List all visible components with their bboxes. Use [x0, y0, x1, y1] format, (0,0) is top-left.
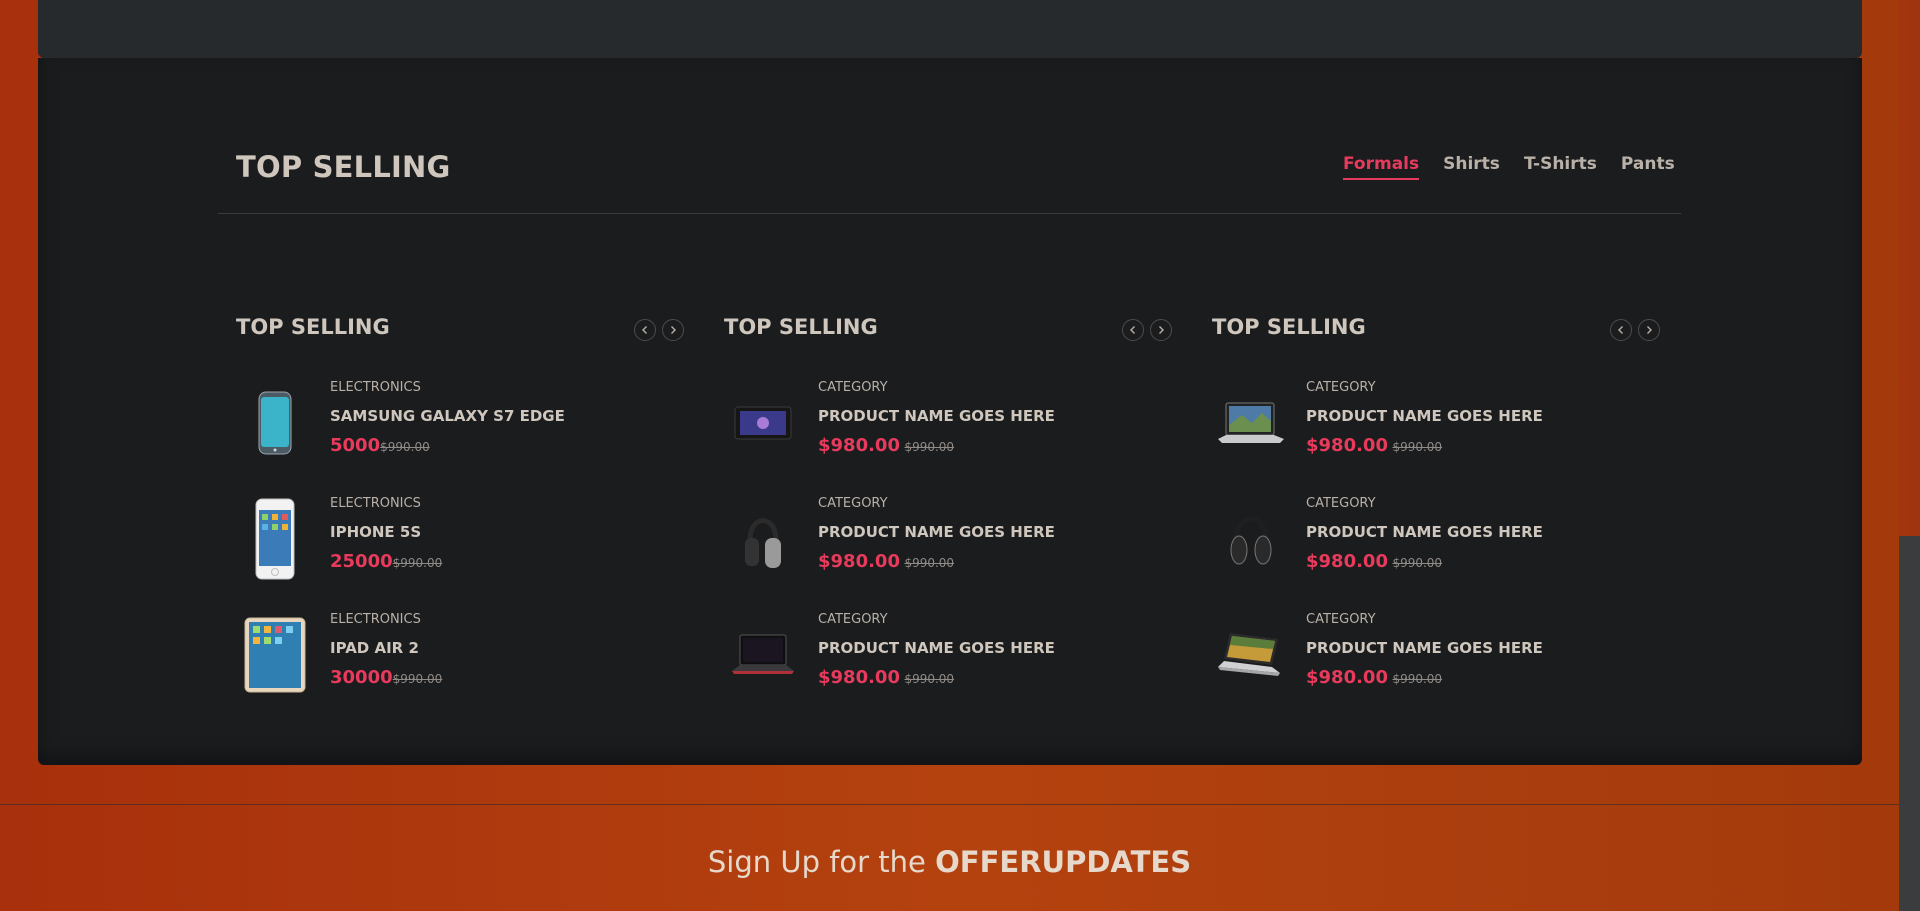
product-name[interactable]: PRODUCT NAME GOES HERE	[1306, 523, 1543, 541]
chevron-right-icon	[671, 326, 676, 334]
chevron-left-icon	[642, 326, 647, 334]
product-category: ELECTRONICS	[330, 380, 421, 395]
product-item[interactable]: CATEGORY PRODUCT NAME GOES HERE $980.00 …	[1212, 611, 1660, 701]
tab-t-shirts[interactable]: T-Shirts	[1524, 154, 1597, 180]
footer-divider	[0, 804, 1899, 805]
category-tabs: Formals Shirts T-Shirts Pants	[1343, 154, 1675, 180]
next-arrow-button[interactable]	[662, 319, 684, 341]
chevron-left-icon	[1618, 326, 1623, 334]
product-item[interactable]: CATEGORY PRODUCT NAME GOES HERE $980.00 …	[1212, 495, 1660, 585]
product-name[interactable]: PRODUCT NAME GOES HERE	[818, 407, 1055, 425]
product-old-price: $990.00	[904, 556, 955, 570]
product-price: $980.00	[1306, 435, 1388, 456]
prev-arrow-button[interactable]	[1610, 319, 1632, 341]
product-price: $980.00	[818, 435, 900, 456]
scrollbar-thumb[interactable]	[1899, 536, 1920, 911]
carousel-controls	[1122, 319, 1172, 341]
column-title: TOP SELLING	[236, 315, 390, 339]
next-arrow-button[interactable]	[1150, 319, 1172, 341]
column-title: TOP SELLING	[724, 315, 878, 339]
carousel-controls	[1610, 319, 1660, 341]
product-price: 25000	[330, 551, 393, 572]
section-title: TOP SELLING	[236, 150, 451, 184]
product-category: ELECTRONICS	[330, 496, 421, 511]
product-item[interactable]: ELECTRONICS IPAD AIR 2 30000$990.00	[236, 611, 684, 701]
product-old-price: $990.00	[392, 556, 443, 570]
product-item[interactable]: CATEGORY PRODUCT NAME GOES HERE $980.00 …	[1212, 379, 1660, 469]
product-category: CATEGORY	[818, 612, 888, 627]
product-old-price: $990.00	[904, 440, 955, 454]
tablet-landscape-image[interactable]	[728, 385, 798, 461]
product-name[interactable]: PRODUCT NAME GOES HERE	[1306, 407, 1543, 425]
headphones-image[interactable]	[1216, 501, 1286, 577]
newsletter-highlight: OFFERUPDATES	[935, 845, 1192, 879]
prev-arrow-button[interactable]	[1122, 319, 1144, 341]
product-price: $980.00	[818, 667, 900, 688]
product-category: CATEGORY	[818, 496, 888, 511]
laptop-image[interactable]	[1216, 385, 1286, 461]
tab-shirts[interactable]: Shirts	[1443, 154, 1500, 180]
product-price: 30000	[330, 667, 393, 688]
top-panel	[38, 0, 1862, 58]
product-item[interactable]: CATEGORY PRODUCT NAME GOES HERE $980.00 …	[724, 495, 1172, 585]
laptop-image[interactable]	[728, 617, 798, 693]
product-old-price: $990.00	[904, 672, 955, 686]
product-item[interactable]: CATEGORY PRODUCT NAME GOES HERE $980.00 …	[724, 611, 1172, 701]
product-category: CATEGORY	[1306, 496, 1376, 511]
product-price: $980.00	[1306, 551, 1388, 572]
prev-arrow-button[interactable]	[634, 319, 656, 341]
tab-pants[interactable]: Pants	[1621, 154, 1675, 180]
section-divider	[218, 213, 1681, 214]
product-name[interactable]: PRODUCT NAME GOES HERE	[818, 639, 1055, 657]
product-name[interactable]: SAMSUNG GALAXY S7 EDGE	[330, 407, 565, 425]
product-category: CATEGORY	[1306, 380, 1376, 395]
product-old-price: $990.00	[1392, 556, 1443, 570]
product-category: ELECTRONICS	[330, 612, 421, 627]
chevron-right-icon	[1647, 326, 1652, 334]
carousel-controls	[634, 319, 684, 341]
product-item[interactable]: ELECTRONICS SAMSUNG GALAXY S7 EDGE 5000$…	[236, 379, 684, 469]
chevron-right-icon	[1159, 326, 1164, 334]
product-old-price: $990.00	[392, 672, 443, 686]
product-item[interactable]: CATEGORY PRODUCT NAME GOES HERE $980.00 …	[724, 379, 1172, 469]
product-name[interactable]: IPHONE 5S	[330, 523, 442, 541]
laptop-image[interactable]	[1216, 617, 1286, 693]
product-price: $980.00	[818, 551, 900, 572]
product-name[interactable]: PRODUCT NAME GOES HERE	[818, 523, 1055, 541]
product-old-price: $990.00	[380, 440, 430, 454]
product-old-price: $990.00	[1392, 440, 1443, 454]
product-name[interactable]: IPAD AIR 2	[330, 639, 442, 657]
tab-formals[interactable]: Formals	[1343, 154, 1420, 180]
product-name[interactable]: PRODUCT NAME GOES HERE	[1306, 639, 1543, 657]
headphones-image[interactable]	[728, 501, 798, 577]
product-item[interactable]: ELECTRONICS IPHONE 5S 25000$990.00	[236, 495, 684, 585]
iphone-image[interactable]	[240, 498, 310, 580]
scrollbar-track[interactable]	[1899, 0, 1920, 911]
column-title: TOP SELLING	[1212, 315, 1366, 339]
newsletter-heading: Sign Up for the OFFERUPDATES	[0, 845, 1899, 879]
phone-image[interactable]	[240, 385, 310, 461]
product-price: 5000	[330, 435, 381, 456]
chevron-left-icon	[1130, 326, 1135, 334]
tablet-image[interactable]	[240, 617, 310, 693]
product-category: CATEGORY	[1306, 612, 1376, 627]
next-arrow-button[interactable]	[1638, 319, 1660, 341]
newsletter-prefix: Sign Up for the	[707, 845, 936, 879]
product-old-price: $990.00	[1392, 672, 1443, 686]
product-category: CATEGORY	[818, 380, 888, 395]
product-price: $980.00	[1306, 667, 1388, 688]
